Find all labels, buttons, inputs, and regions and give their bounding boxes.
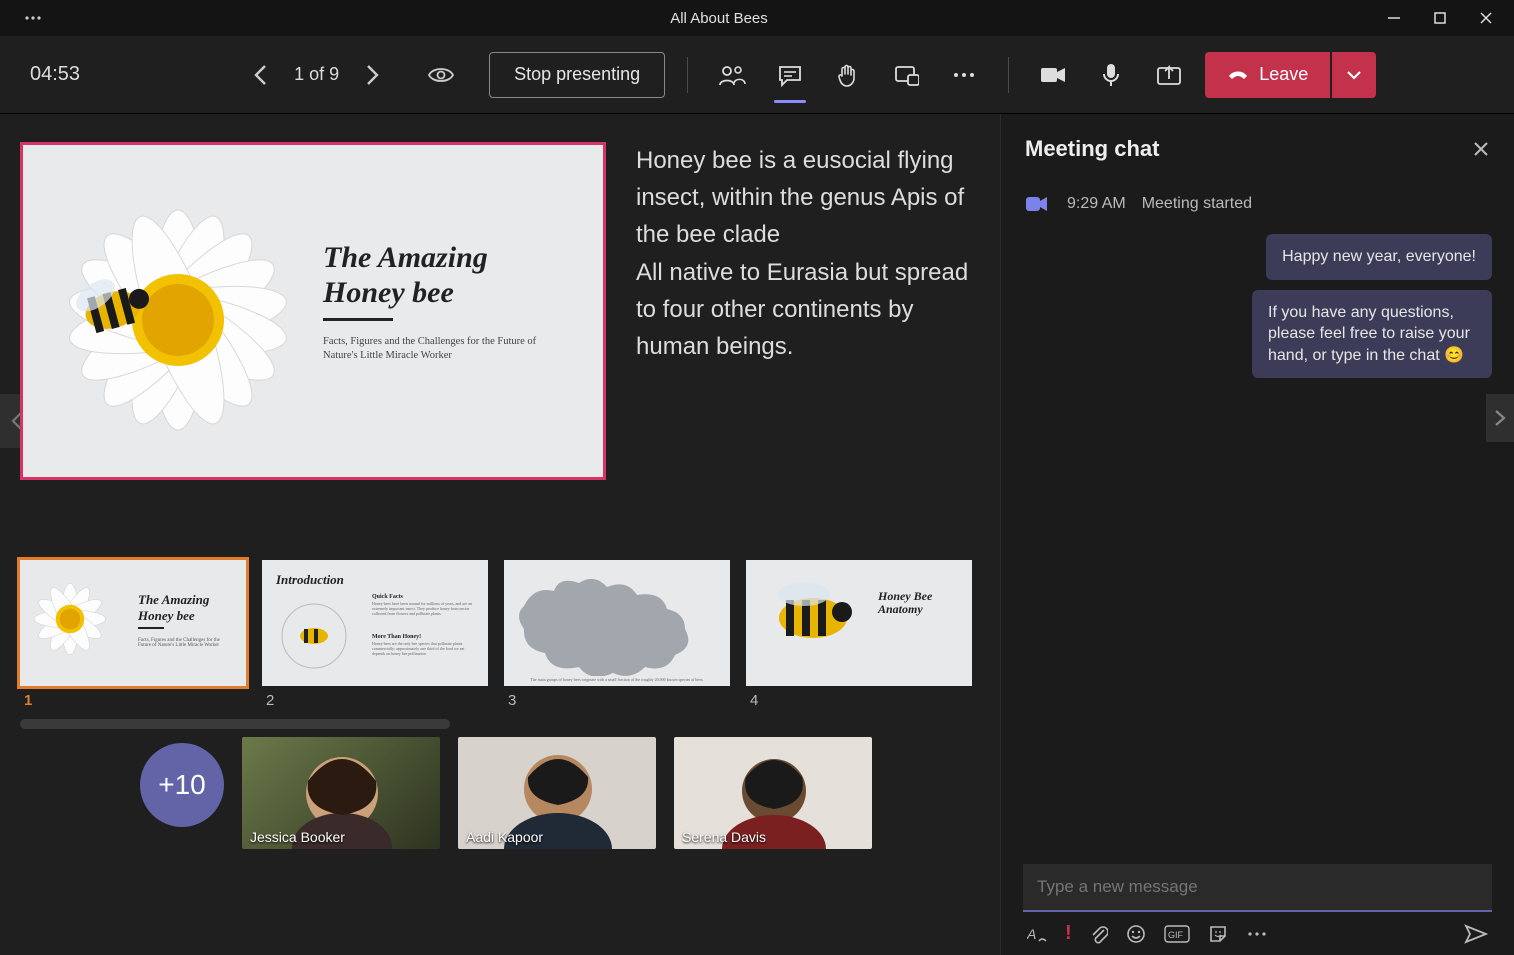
thumb-number: 4 [746,690,972,709]
chat-panel: Meeting chat 9:29 AM Meeting started Hap… [1000,114,1514,955]
system-time: 9:29 AM [1067,195,1126,213]
leave-options-button[interactable] [1332,52,1376,98]
chat-system-message: 9:29 AM Meeting started [1023,190,1492,218]
hangup-icon [1227,66,1249,84]
chat-message[interactable]: If you have any questions, please feel f… [1252,290,1492,379]
overflow-participants-badge[interactable]: +10 [140,743,224,827]
meeting-toolbar: 04:53 1 of 9 Stop presenting [0,36,1514,114]
participants-button[interactable] [710,53,754,97]
slide-thumbnails: The AmazingHoney bee Facts, Figures and … [0,490,1000,709]
chat-input[interactable] [1023,864,1492,912]
more-compose-button[interactable] [1246,930,1268,938]
more-app-icon[interactable] [19,4,47,32]
title-bar: All About Bees [0,0,1514,36]
meeting-timer: 04:53 [30,63,80,86]
toolbar-divider-2 [1008,57,1009,93]
maximize-button[interactable] [1426,4,1454,32]
current-slide[interactable]: The Amazing Honey bee Facts, Figures and… [20,142,606,480]
slide-thumbnail-3[interactable]: The main groups of honey bees originate … [504,560,730,686]
gif-button[interactable]: GIF [1164,925,1190,943]
presenter-main-area: The Amazing Honey bee Facts, Figures and… [0,114,1000,955]
meeting-icon [1023,190,1051,218]
system-label: Meeting started [1142,195,1252,213]
chat-message[interactable]: Happy new year, everyone! [1266,234,1492,280]
mic-button[interactable] [1089,53,1133,97]
leave-label: Leave [1259,64,1308,85]
private-view-button[interactable] [421,65,461,85]
participant-gallery: +10 Jessica Booker Aadi Kapoor Serena Da… [0,729,1000,849]
notes-paragraph: Honey bee is a eusocial flying insect, w… [636,142,970,254]
prev-slide-button[interactable] [244,58,278,92]
svg-text:GIF: GIF [1168,930,1184,940]
thumb-number: 2 [262,690,488,709]
participant-name: Serena Davis [682,829,766,845]
chat-next-arrow[interactable] [1486,394,1514,442]
stop-presenting-button[interactable]: Stop presenting [489,52,665,98]
video-tile[interactable]: Jessica Booker [242,737,440,849]
slide-title: The Amazing Honey bee [323,241,488,321]
more-actions-button[interactable] [942,53,986,97]
format-button[interactable]: A [1027,925,1047,943]
video-tile[interactable]: Aadi Kapoor [458,737,656,849]
chat-body: 9:29 AM Meeting started Happy new year, … [1001,174,1514,852]
leave-button[interactable]: Leave [1205,52,1330,98]
attach-button[interactable] [1090,924,1108,944]
slide-thumbnail-4[interactable]: Honey Bee Anatomy [746,560,972,686]
share-button[interactable] [1147,53,1191,97]
slide-thumbnail-2[interactable]: Introduction Quick Facts Honey bees have… [262,560,488,686]
sticker-button[interactable] [1208,924,1228,944]
slide-thumbnail-1[interactable]: The AmazingHoney bee Facts, Figures and … [20,560,246,686]
send-button[interactable] [1464,924,1488,944]
chat-close-button[interactable] [1472,140,1490,158]
participant-name: Aadi Kapoor [466,829,543,845]
chat-title: Meeting chat [1025,136,1159,162]
toolbar-divider [687,57,688,93]
breakout-rooms-button[interactable] [884,53,928,97]
emoji-button[interactable] [1126,924,1146,944]
next-slide-button[interactable] [355,58,389,92]
minimize-button[interactable] [1380,4,1408,32]
close-button[interactable] [1472,4,1500,32]
thumb-number: 3 [504,690,730,709]
participant-name: Jessica Booker [250,829,345,845]
speaker-notes: Honey bee is a eusocial flying insect, w… [636,142,980,480]
thumb-number: 1 [20,690,246,709]
chat-compose: A ! GIF [1001,852,1514,955]
slide-graphic-icon [20,142,363,480]
svg-text:A: A [1027,926,1036,942]
slide-counter: 1 of 9 [294,64,339,85]
slide-subtitle: Facts, Figures and the Challenges for th… [323,335,543,362]
video-tile[interactable]: Serena Davis [674,737,872,849]
notes-paragraph: All native to Eurasia but spread to four… [636,254,970,366]
slide-navigator: 1 of 9 Stop presenting [244,52,665,98]
thumbnail-scrollbar[interactable] [20,719,450,729]
camera-button[interactable] [1031,53,1075,97]
window-title: All About Bees [58,10,1380,27]
raise-hand-button[interactable] [826,53,870,97]
chat-button[interactable] [768,53,812,97]
priority-button[interactable]: ! [1065,922,1072,945]
